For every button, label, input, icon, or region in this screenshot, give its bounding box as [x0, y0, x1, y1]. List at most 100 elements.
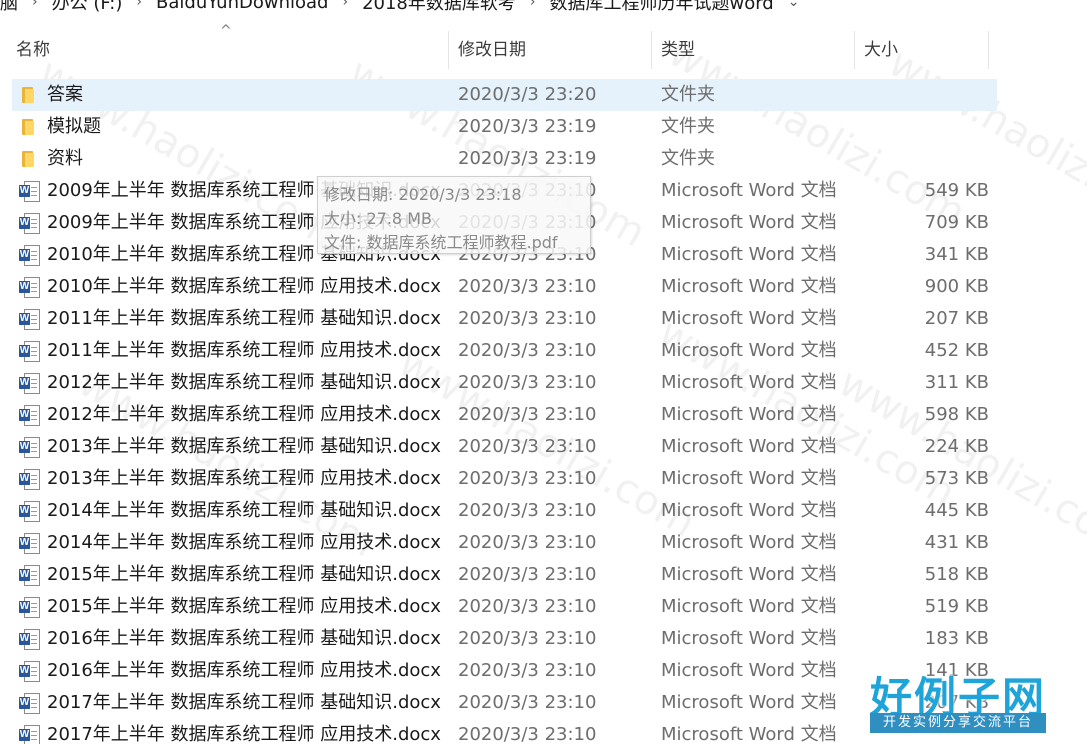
- file-name: 2013年上半年 数据库系统工程师 应用技术.docx: [47, 468, 441, 489]
- column-divider[interactable]: [854, 31, 855, 69]
- breadcrumb: 脑 › 办公 (F:) › BaiduYunDownload › 2018年数据…: [0, 0, 813, 14]
- file-row[interactable]: W 2013年上半年 数据库系统工程师 应用技术.docx 2020/3/3 23:…: [12, 463, 997, 495]
- column-header-row: ^ 名称 修改日期 类型 大小: [0, 23, 1087, 71]
- file-type: Microsoft Word 文档: [661, 660, 837, 681]
- file-row[interactable]: W 2014年上半年 数据库系统工程师 基础知识.docx 2020/3/3 23:…: [12, 495, 997, 527]
- column-divider[interactable]: [988, 31, 989, 69]
- chevron-right-icon[interactable]: ›: [334, 0, 362, 10]
- file-name: 2015年上半年 数据库系统工程师 基础知识.docx: [47, 564, 441, 585]
- file-size: 573 KB: [924, 468, 989, 489]
- file-type: Microsoft Word 文档: [661, 628, 837, 649]
- file-row[interactable]: W 2014年上半年 数据库系统工程师 应用技术.docx 2020/3/3 23:…: [12, 527, 997, 559]
- column-header-size[interactable]: 大小: [864, 29, 898, 71]
- breadcrumb-item[interactable]: BaiduYunDownload: [156, 0, 334, 13]
- file-size: 452 KB: [924, 340, 989, 361]
- file-type: Microsoft Word 文档: [661, 372, 837, 393]
- file-size: 519 KB: [924, 596, 989, 617]
- file-name: 2013年上半年 数据库系统工程师 基础知识.docx: [47, 436, 441, 457]
- file-name: 2017年上半年 数据库系统工程师 基础知识.docx: [47, 692, 441, 713]
- file-date-modified: 2020/3/3 23:10: [458, 404, 597, 425]
- word-doc-icon: W: [18, 564, 40, 586]
- file-row[interactable]: W 2011年上半年 数据库系统工程师 基础知识.docx 2020/3/3 23:…: [12, 303, 997, 335]
- file-name: 模拟题: [47, 116, 101, 137]
- word-doc-icon: W: [18, 468, 40, 490]
- column-header-date-modified[interactable]: 修改日期: [458, 29, 526, 71]
- file-date-modified: 2020/3/3 23:10: [458, 564, 597, 585]
- file-type: Microsoft Word 文档: [661, 276, 837, 297]
- breadcrumb-item[interactable]: 办公 (F:): [52, 0, 129, 15]
- file-name: 2011年上半年 数据库系统工程师 基础知识.docx: [47, 308, 441, 329]
- file-type: Microsoft Word 文档: [661, 212, 837, 233]
- file-type: 文件夹: [661, 84, 715, 105]
- breadcrumb-item[interactable]: 2018年数据库软考: [362, 0, 522, 15]
- file-row[interactable]: W 2011年上半年 数据库系统工程师 应用技术.docx 2020/3/3 23:…: [12, 335, 997, 367]
- file-size: 445 KB: [924, 500, 989, 521]
- file-row[interactable]: W 2015年上半年 数据库系统工程师 基础知识.docx 2020/3/3 23:…: [12, 559, 997, 591]
- file-name: 2015年上半年 数据库系统工程师 应用技术.docx: [47, 596, 441, 617]
- file-row[interactable]: W 2012年上半年 数据库系统工程师 应用技术.docx 2020/3/3 23:…: [12, 399, 997, 431]
- file-date-modified: 2020/3/3 23:10: [458, 692, 597, 713]
- file-type: Microsoft Word 文档: [661, 532, 837, 553]
- folder-row[interactable]: 答案 2020/3/3 23:20 文件夹: [12, 79, 997, 111]
- word-doc-icon: W: [18, 212, 40, 234]
- file-type: Microsoft Word 文档: [661, 692, 837, 713]
- column-header-name[interactable]: 名称: [16, 29, 50, 71]
- tooltip-filename: 文件: 数据库系统工程师教程.pdf: [324, 233, 558, 252]
- folder-icon: [18, 84, 40, 106]
- file-date-modified: 2020/3/3 23:10: [458, 596, 597, 617]
- file-type: Microsoft Word 文档: [661, 244, 837, 265]
- chevron-right-icon[interactable]: ›: [128, 0, 156, 10]
- file-size: 549 KB: [924, 180, 989, 201]
- file-date-modified: 2020/3/3 23:10: [458, 308, 597, 329]
- file-size: 341 KB: [924, 244, 989, 265]
- file-size: 207 KB: [924, 308, 989, 329]
- column-header-type[interactable]: 类型: [661, 29, 695, 71]
- sort-ascending-icon: ^: [220, 23, 232, 39]
- chevron-right-icon[interactable]: ›: [522, 0, 550, 10]
- file-date-modified: 2020/3/3 23:20: [458, 84, 597, 105]
- folder-row[interactable]: 资料 2020/3/3 23:19 文件夹: [12, 143, 997, 175]
- word-doc-icon: W: [18, 724, 40, 744]
- file-date-modified: 2020/3/3 23:10: [458, 532, 597, 553]
- file-row[interactable]: W 2016年上半年 数据库系统工程师 基础知识.docx 2020/3/3 23:…: [12, 623, 997, 655]
- folder-icon: [18, 148, 40, 170]
- column-divider[interactable]: [448, 31, 449, 69]
- breadcrumb-item[interactable]: 数据库工程师历年试题word: [549, 0, 779, 15]
- file-type: Microsoft Word 文档: [661, 404, 837, 425]
- folder-row[interactable]: 模拟题 2020/3/3 23:19 文件夹: [12, 111, 997, 143]
- file-date-modified: 2020/3/3 23:19: [458, 148, 597, 169]
- file-type: Microsoft Word 文档: [661, 724, 837, 744]
- file-name: 2012年上半年 数据库系统工程师 应用技术.docx: [47, 404, 441, 425]
- file-row[interactable]: W 2013年上半年 数据库系统工程师 基础知识.docx 2020/3/3 23:…: [12, 431, 997, 463]
- file-row[interactable]: W 2010年上半年 数据库系统工程师 应用技术.docx 2020/3/3 23:…: [12, 271, 997, 303]
- file-type: Microsoft Word 文档: [661, 596, 837, 617]
- breadcrumb-item[interactable]: 脑: [0, 0, 24, 15]
- file-date-modified: 2020/3/3 23:10: [458, 660, 597, 681]
- file-name: 答案: [47, 84, 83, 105]
- file-size: 598 KB: [924, 404, 989, 425]
- file-row[interactable]: W 2012年上半年 数据库系统工程师 基础知识.docx 2020/3/3 23:…: [12, 367, 997, 399]
- file-name: 2011年上半年 数据库系统工程师 应用技术.docx: [47, 340, 441, 361]
- file-name: 2010年上半年 数据库系统工程师 应用技术.docx: [47, 276, 441, 297]
- file-date-modified: 2020/3/3 23:10: [458, 340, 597, 361]
- word-doc-icon: W: [18, 244, 40, 266]
- file-type: 文件夹: [661, 116, 715, 137]
- word-doc-icon: W: [18, 596, 40, 618]
- file-row[interactable]: W 2017年上半年 数据库系统工程师 应用技术.docx 2020/3/3 23:…: [12, 719, 997, 744]
- logo-subtitle: 开发实例分享交流平台: [870, 713, 1046, 733]
- column-divider[interactable]: [651, 31, 652, 69]
- file-row[interactable]: W 2017年上半年 数据库系统工程师 基础知识.docx 2020/3/3 23:…: [12, 687, 997, 719]
- word-doc-icon: W: [18, 180, 40, 202]
- file-row[interactable]: W 2016年上半年 数据库系统工程师 应用技术.docx 2020/3/3 23:…: [12, 655, 997, 687]
- word-doc-icon: W: [18, 692, 40, 714]
- folder-icon: [18, 116, 40, 138]
- file-name: 2012年上半年 数据库系统工程师 基础知识.docx: [47, 372, 441, 393]
- file-explorer-window: www.haolizi.com www.haolizi.com www.haol…: [0, 0, 1087, 744]
- file-type: Microsoft Word 文档: [661, 500, 837, 521]
- file-date-modified: 2020/3/3 23:10: [458, 436, 597, 457]
- chevron-right-icon[interactable]: ›: [24, 0, 52, 10]
- file-row[interactable]: W 2015年上半年 数据库系统工程师 应用技术.docx 2020/3/3 23:…: [12, 591, 997, 623]
- file-size: 311 KB: [924, 372, 989, 393]
- chevron-down-icon[interactable]: ⌄: [780, 0, 814, 10]
- file-type: Microsoft Word 文档: [661, 564, 837, 585]
